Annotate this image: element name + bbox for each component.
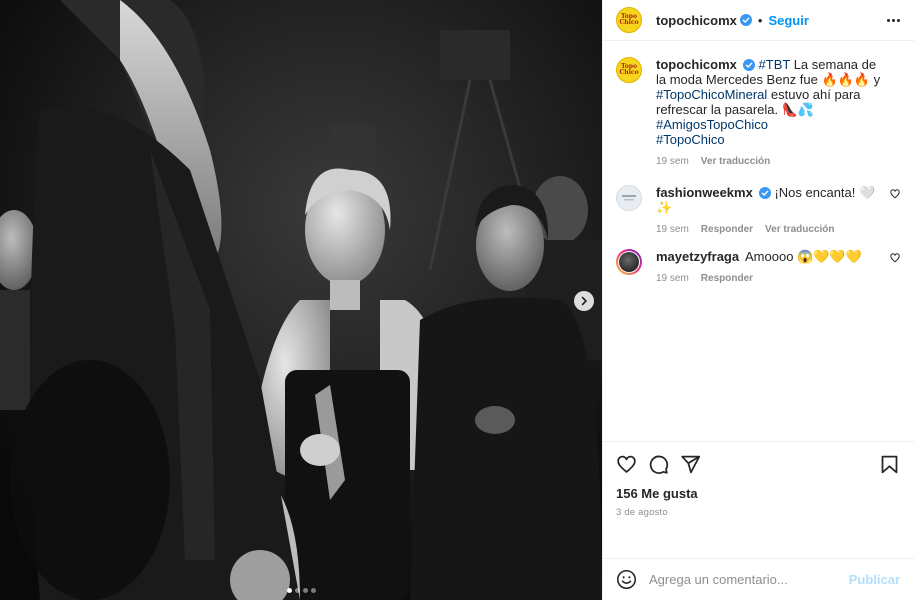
avatar[interactable] — [616, 185, 642, 211]
caption-body: topochicomx #TBT La semana de la moda Me… — [656, 57, 900, 167]
comment: mayetzyfraga Amoooo 😱💛💛💛 19 sem Responde… — [616, 249, 900, 284]
comment-meta: 19 sem Responder — [656, 273, 882, 284]
comment-text: mayetzyfraga Amoooo 😱💛💛💛 — [656, 249, 882, 264]
translate-link[interactable]: Ver traducción — [765, 224, 834, 235]
comment-meta: 19 sem Responder Ver traducción — [656, 224, 882, 235]
instagram-post: Topo Chico topochicomx • Seguir Topo Chi… — [0, 0, 914, 600]
avatar-photo — [619, 252, 639, 272]
post-side-panel: Topo Chico topochicomx • Seguir Topo Chi… — [602, 0, 914, 600]
comment-body: mayetzyfraga Amoooo 😱💛💛💛 19 sem Responde… — [656, 249, 900, 284]
caption-time: 19 sem — [656, 156, 689, 167]
caption-avatar[interactable]: Topo Chico — [616, 57, 642, 83]
comment-username[interactable]: mayetzyfraga — [656, 249, 739, 264]
hashtag-amigostopochico[interactable]: #AmigosTopoChico — [656, 117, 768, 132]
verified-badge-icon — [739, 14, 752, 26]
hashtag-tbt[interactable]: #TBT — [759, 57, 791, 72]
reply-button[interactable]: Responder — [701, 273, 753, 284]
heart-icon[interactable] — [616, 454, 637, 475]
follow-button[interactable]: Seguir — [768, 13, 808, 28]
carousel-dot — [294, 588, 300, 593]
carousel-next-button[interactable] — [574, 291, 594, 311]
comment-username[interactable]: fashionweekmx — [656, 185, 753, 200]
comment: fashionweekmx ¡Nos encanta! 🤍✨ 19 sem Re… — [616, 185, 900, 235]
comment-content: Amoooo 😱💛💛💛 — [745, 249, 862, 264]
avatar-logo-text: Topo Chico — [619, 63, 639, 76]
caption-username[interactable]: topochicomx — [656, 57, 737, 72]
likes-count[interactable]: 156 Me gusta — [616, 486, 900, 501]
chevron-right-icon — [581, 296, 587, 306]
like-comment-heart-icon[interactable] — [890, 253, 900, 263]
emoji-icon[interactable] — [616, 569, 637, 590]
avatar-logo-text: Topo Chico — [619, 13, 639, 26]
carousel-dot — [310, 588, 316, 593]
carousel-indicator — [0, 588, 602, 593]
caption-meta: 19 sem Ver traducción — [656, 156, 882, 167]
carousel-dot — [286, 588, 292, 593]
caption: Topo Chico topochicomx #TBT La semana de… — [616, 57, 900, 167]
caption-text: topochicomx #TBT La semana de la moda Me… — [656, 57, 882, 147]
post-date[interactable]: 3 de agosto — [616, 507, 900, 518]
publish-button[interactable]: Publicar — [849, 572, 900, 587]
hashtag-topochicomineral[interactable]: #TopoChicoMineral — [656, 87, 767, 102]
comment-time: 19 sem — [656, 224, 689, 235]
translate-link[interactable]: Ver traducción — [701, 156, 770, 167]
avatar[interactable] — [616, 249, 642, 275]
hashtag-topochico[interactable]: #TopoChico — [656, 132, 725, 147]
more-options-icon[interactable] — [887, 18, 900, 22]
share-icon[interactable] — [680, 454, 701, 475]
fashionweek-logo-icon — [622, 195, 636, 201]
carousel-dot — [302, 588, 308, 593]
verified-badge-icon — [758, 187, 771, 199]
action-icons — [616, 452, 900, 476]
verified-badge-icon — [742, 59, 755, 71]
comments-list: Topo Chico topochicomx #TBT La semana de… — [603, 41, 914, 441]
like-comment-heart-icon[interactable] — [890, 189, 900, 199]
runway-photo-image — [0, 0, 602, 600]
post-header: Topo Chico topochicomx • Seguir — [603, 0, 914, 41]
reply-button[interactable]: Responder — [701, 224, 753, 235]
add-comment-bar: Publicar — [603, 558, 914, 600]
comment-icon[interactable] — [648, 454, 669, 475]
comment-text: fashionweekmx ¡Nos encanta! 🤍✨ — [656, 185, 882, 215]
header-username[interactable]: topochicomx — [656, 13, 737, 28]
post-photo[interactable] — [0, 0, 602, 600]
bookmark-icon[interactable] — [879, 454, 900, 475]
comment-input[interactable] — [649, 572, 849, 587]
header-separator: • — [757, 12, 763, 28]
header-user: topochicomx • Seguir — [656, 13, 809, 28]
post-actions: 156 Me gusta 3 de agosto — [603, 441, 914, 558]
comment-body: fashionweekmx ¡Nos encanta! 🤍✨ 19 sem Re… — [656, 185, 900, 235]
comment-time: 19 sem — [656, 273, 689, 284]
avatar[interactable]: Topo Chico — [616, 7, 642, 33]
